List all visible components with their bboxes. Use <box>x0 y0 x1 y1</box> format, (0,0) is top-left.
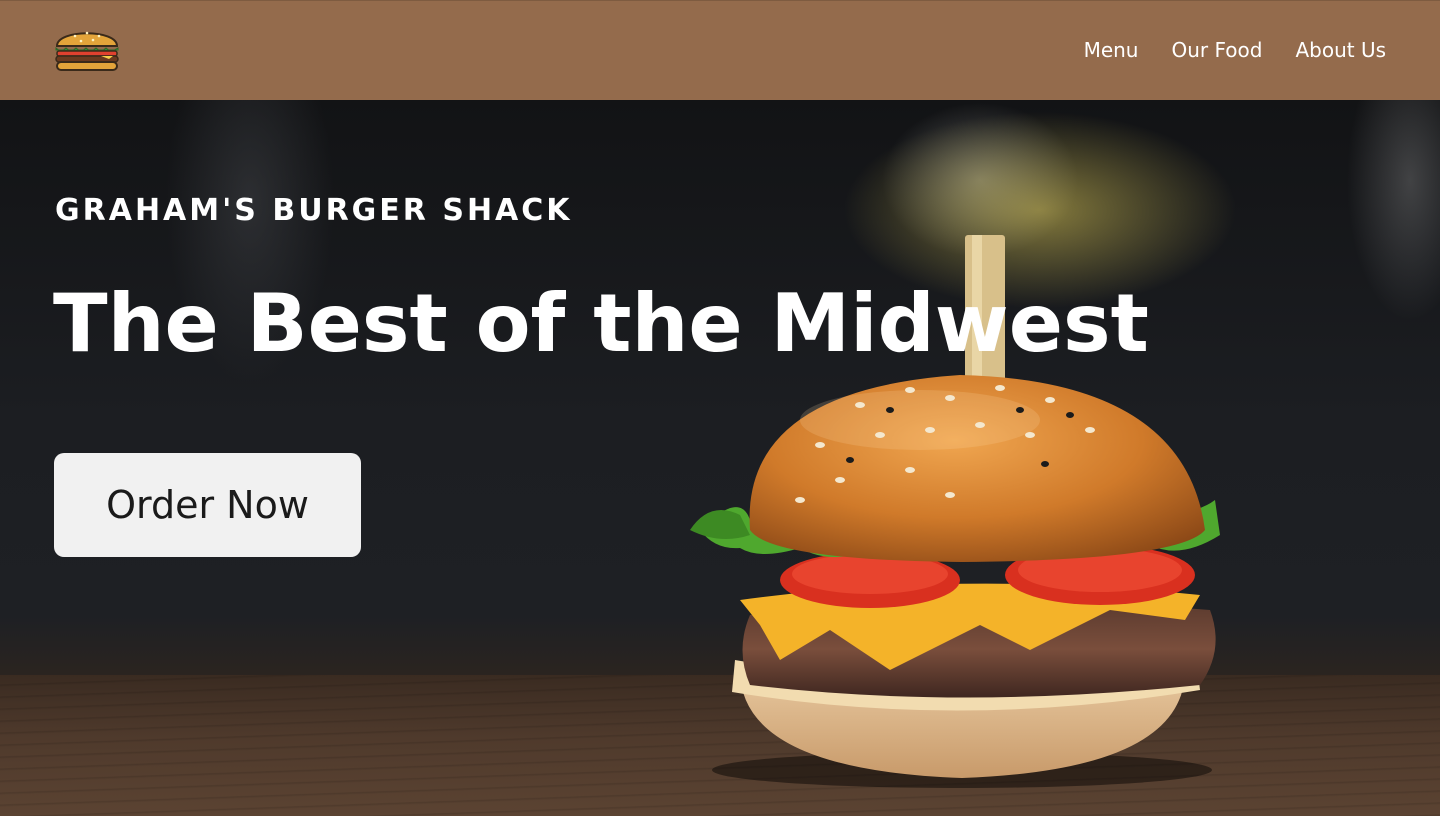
site-header: Menu Our Food About Us <box>0 0 1440 100</box>
nav-link-menu[interactable]: Menu <box>1084 37 1139 63</box>
hero-headline: The Best of the Midwest <box>53 277 1149 370</box>
order-now-button[interactable]: Order Now <box>54 453 361 557</box>
hero-section: GRAHAM'S BURGER SHACK The Best of the Mi… <box>0 100 1440 816</box>
hamburger-logo-icon[interactable] <box>53 21 121 73</box>
restaurant-name: GRAHAM'S BURGER SHACK <box>55 193 573 228</box>
main-nav: Menu Our Food About Us <box>1084 37 1386 63</box>
nav-link-about-us[interactable]: About Us <box>1295 37 1386 63</box>
nav-link-our-food[interactable]: Our Food <box>1171 37 1262 63</box>
page: Menu Our Food About Us GRAHAM'S BURGER S… <box>0 0 1440 816</box>
